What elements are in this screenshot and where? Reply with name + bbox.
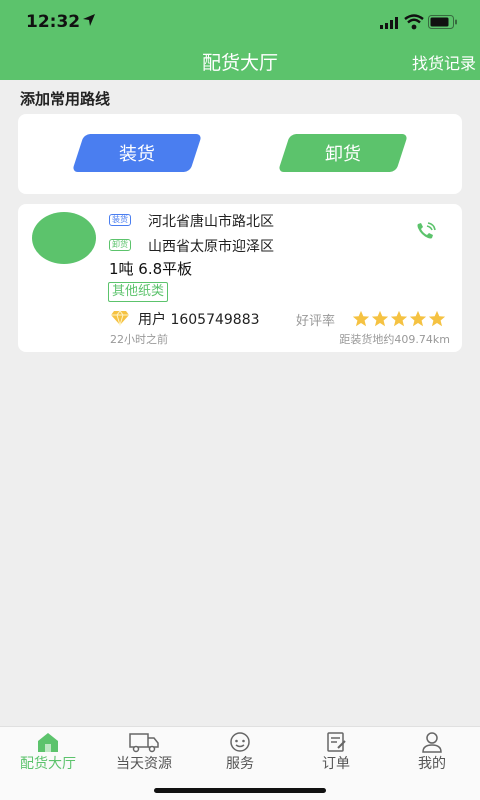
service-icon [230,732,250,752]
star-icon [428,310,446,327]
section-title: 添加常用路线 [20,90,111,108]
rating-stars [352,310,446,328]
load-tag: 装货 [109,214,131,226]
unload-route-label: 卸货 [325,144,361,165]
top-bar: 12:32 配货大厅 找货记录 [0,0,480,80]
user-id: 用户 1605749883 [138,312,260,328]
location-arrow-icon [83,14,95,26]
profile-icon [422,732,442,753]
status-time: 12:32 [26,12,81,32]
tab-dispatch-hall[interactable]: 配货大厅 [0,727,96,800]
cargo-spec: 1吨 6.8平板 [109,260,193,278]
page-title: 配货大厅 [201,52,278,74]
star-icon [390,310,408,327]
distance-to-origin: 距装货地约409.74km [339,333,450,346]
load-route-button[interactable]: 装货 [71,134,203,172]
star-icon [409,310,427,327]
star-icon [371,310,389,327]
phone-call-icon[interactable] [414,220,438,242]
tab-label: 配货大厅 [20,756,76,772]
posted-time: 22小时之前 [110,333,168,346]
tab-label: 当天资源 [116,756,172,772]
battery-icon [428,15,457,29]
unload-route-button[interactable]: 卸货 [277,134,409,172]
diamond-icon [111,310,129,326]
tab-label: 服务 [226,756,254,772]
destination-address: 山西省太原市迎泽区 [148,239,274,255]
order-icon [327,732,346,752]
tab-label: 订单 [322,756,350,772]
search-history-link[interactable]: 找货记录 [412,50,476,74]
truck-icon [129,733,159,753]
star-icon [352,310,370,327]
home-icon [38,733,58,752]
load-route-label: 装货 [119,144,155,165]
avatar [32,212,96,264]
home-indicator [154,788,326,793]
wifi-icon [404,14,424,30]
status-bar: 12:32 [0,0,480,44]
category-tag: 其他纸类 [108,282,169,302]
tab-label: 我的 [418,756,446,772]
rating-label: 好评率 [296,314,336,329]
tab-profile[interactable]: 我的 [384,727,480,800]
origin-address: 河北省唐山市路北区 [148,214,274,230]
unload-tag: 卸货 [109,239,131,251]
cellular-signal-icon [380,17,398,29]
